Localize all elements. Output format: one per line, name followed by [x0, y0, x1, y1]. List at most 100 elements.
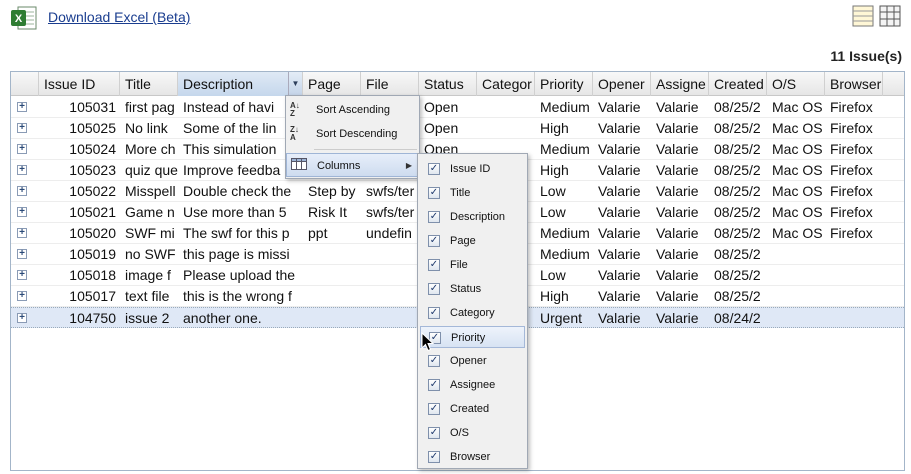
column-toggle-category[interactable]: ✓ Category [420, 302, 525, 324]
cell-page: ppt [308, 225, 328, 241]
column-toggle-browser[interactable]: ✓ Browser [420, 446, 525, 468]
cell-created: 08/25/2 [714, 204, 761, 220]
column-toggle-assignee[interactable]: ✓ Assignee [420, 374, 525, 396]
cell-opener: Valarie [598, 288, 641, 304]
column-toggle-label: Browser [450, 451, 491, 463]
cell-created: 08/25/2 [714, 120, 761, 136]
col-header-category[interactable]: Categor [477, 72, 535, 96]
column-toggle-os[interactable]: ✓ O/S [420, 422, 525, 444]
column-toggle-file[interactable]: ✓ File [420, 254, 525, 276]
checkbox-icon[interactable]: ✓ [428, 403, 440, 415]
cell-browser: Firefox [830, 204, 873, 220]
column-toggle-status[interactable]: ✓ Status [420, 278, 525, 300]
expand-row-icon[interactable]: + [17, 186, 27, 196]
checkbox-icon[interactable]: ✓ [428, 235, 440, 247]
table-row[interactable]: + 105031 first pag Instead of havi Open … [11, 97, 904, 118]
column-menu-trigger[interactable]: ▼ [288, 72, 302, 96]
column-toggle-created[interactable]: ✓ Created [420, 398, 525, 420]
cell-issue-id: 105023 [69, 162, 116, 178]
col-header-title[interactable]: Title [120, 72, 178, 96]
col-header-priority[interactable]: Priority [535, 72, 593, 96]
checkbox-icon[interactable]: ✓ [428, 355, 440, 367]
expand-row-icon[interactable]: + [17, 123, 27, 133]
expand-row-icon[interactable]: + [17, 270, 27, 280]
cell-assignee: Valarie [656, 141, 699, 157]
cell-priority: Medium [540, 141, 590, 157]
column-toggle-opener[interactable]: ✓ Opener [420, 350, 525, 372]
cell-browser: Firefox [830, 183, 873, 199]
expand-row-icon[interactable]: + [17, 144, 27, 154]
cell-title: No link [125, 120, 168, 136]
col-header-page[interactable]: Page [303, 72, 361, 96]
column-toggle-label: Assignee [450, 379, 496, 391]
cell-opener: Valarie [598, 183, 641, 199]
download-excel-link[interactable]: Download Excel (Beta) [48, 9, 190, 25]
cell-assignee: Valarie [656, 120, 699, 136]
col-header-assignee[interactable]: Assigne [651, 72, 709, 96]
expand-row-icon[interactable]: + [17, 313, 27, 323]
cell-title: SWF mi [125, 225, 175, 241]
expand-row-icon[interactable]: + [17, 291, 27, 301]
column-toggle-description[interactable]: ✓ Description [420, 206, 525, 228]
cell-assignee: Valarie [656, 288, 699, 304]
expand-row-icon[interactable]: + [17, 228, 27, 238]
column-toggle-issue-id[interactable]: ✓ Issue ID [420, 158, 525, 180]
column-toggle-title[interactable]: ✓ Title [420, 182, 525, 204]
cell-os: Mac OS [772, 162, 823, 178]
expand-row-icon[interactable]: + [17, 165, 27, 175]
cell-opener: Valarie [598, 310, 641, 326]
checkbox-icon[interactable]: ✓ [428, 211, 440, 223]
checkbox-icon[interactable]: ✓ [428, 307, 440, 319]
expand-row-icon[interactable]: + [17, 249, 27, 259]
list-view-icon[interactable] [852, 5, 874, 27]
col-header-description-label: Description [183, 76, 254, 92]
cell-browser [825, 308, 883, 329]
sort-ascending-item[interactable]: A↓ Z Sort Ascending [286, 98, 419, 122]
cell-file [361, 308, 419, 329]
checkbox-icon[interactable]: ✓ [428, 451, 440, 463]
cell-priority: Low [540, 204, 566, 220]
cell-title: issue 2 [125, 310, 170, 326]
expand-row-icon[interactable]: + [17, 102, 27, 112]
column-toggle-label: Status [450, 283, 482, 295]
sort-descending-icon: Z↓ A [290, 125, 299, 142]
cell-title: More ch [125, 141, 176, 157]
expand-row-icon[interactable]: + [17, 207, 27, 217]
sort-descending-item[interactable]: Z↓ A Sort Descending [286, 122, 419, 146]
checkbox-icon[interactable]: ✓ [428, 187, 440, 199]
cell-opener: Valarie [598, 99, 641, 115]
cell-os [767, 286, 825, 307]
cell-category [477, 97, 535, 118]
columns-label: Columns [317, 160, 361, 172]
col-header-issue-id[interactable]: Issue ID [39, 72, 120, 96]
column-toggle-label: O/S [450, 427, 469, 439]
table-row[interactable]: + 105025 No link Some of the lin Open Hi… [11, 118, 904, 139]
col-header-os[interactable]: O/S [767, 72, 825, 96]
cell-description: this page is missi [183, 246, 290, 262]
column-toggle-page[interactable]: ✓ Page [420, 230, 525, 252]
columns-item[interactable]: Columns ▶ [286, 153, 419, 177]
cell-created: 08/24/2 [714, 310, 761, 326]
cell-title: Misspell [125, 183, 176, 199]
grid-view-icon[interactable] [879, 5, 901, 27]
cell-issue-id: 105021 [69, 204, 116, 220]
column-toggle-label: File [450, 259, 468, 271]
checkbox-icon[interactable]: ✓ [428, 259, 440, 271]
cell-file [361, 286, 419, 307]
cell-opener: Valarie [598, 162, 641, 178]
cell-page [303, 265, 361, 286]
cell-page [303, 244, 361, 265]
checkbox-icon[interactable]: ✓ [428, 379, 440, 391]
col-header-file[interactable]: File [361, 72, 419, 96]
column-toggle-priority[interactable]: ✓ Priority [420, 326, 525, 348]
cell-browser: Firefox [830, 141, 873, 157]
col-header-status[interactable]: Status [419, 72, 477, 96]
col-header-browser[interactable]: Browser [825, 72, 883, 96]
checkbox-icon[interactable]: ✓ [428, 427, 440, 439]
checkbox-icon[interactable]: ✓ [428, 283, 440, 295]
checkbox-icon[interactable]: ✓ [428, 163, 440, 175]
col-header-opener[interactable]: Opener [593, 72, 651, 96]
col-header-created[interactable]: Created [709, 72, 767, 96]
col-header-description[interactable]: Description ▼ [178, 72, 303, 96]
excel-icon[interactable]: X [10, 4, 38, 32]
